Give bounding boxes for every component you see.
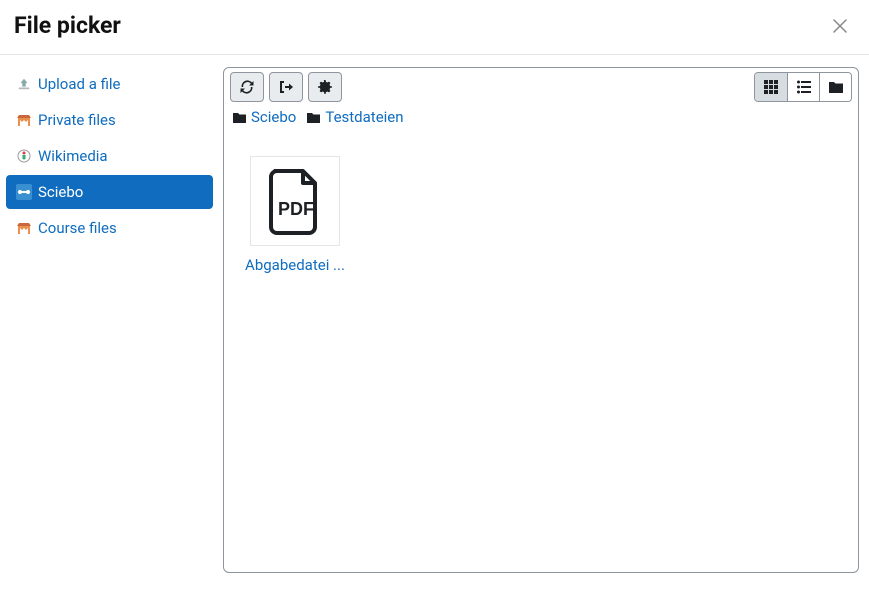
- logout-icon: [278, 79, 294, 95]
- gear-icon: [317, 79, 333, 95]
- repo-label: Upload a file: [38, 75, 121, 93]
- repo-label: Sciebo: [38, 183, 83, 201]
- repo-course-files[interactable]: Course files: [6, 211, 213, 245]
- refresh-button[interactable]: [230, 72, 264, 102]
- svg-text:PDF: PDF: [278, 199, 314, 219]
- settings-button[interactable]: [308, 72, 342, 102]
- refresh-icon: [239, 79, 255, 95]
- repo-label: Wikimedia: [38, 147, 108, 165]
- list-icon: [796, 79, 812, 95]
- breadcrumb-label: Sciebo: [251, 108, 296, 126]
- moodle-icon: [16, 220, 32, 236]
- file-grid: PDF Abgabedatei ...: [224, 126, 858, 274]
- sciebo-icon: [16, 184, 32, 200]
- view-mode-group: [754, 72, 852, 102]
- view-details-button[interactable]: [787, 73, 819, 101]
- dialog-title: File picker: [14, 12, 121, 39]
- view-tree-button[interactable]: [819, 73, 851, 101]
- logout-button[interactable]: [269, 72, 303, 102]
- breadcrumb-label: Testdateien: [325, 108, 403, 126]
- folder-icon: [232, 111, 247, 124]
- toolbar: Sciebo Testdateien: [224, 68, 858, 126]
- upload-icon: [16, 76, 32, 92]
- folder-icon: [306, 111, 321, 124]
- wikimedia-icon: [16, 148, 32, 164]
- moodle-icon: [16, 112, 32, 128]
- repo-wikimedia[interactable]: Wikimedia: [6, 139, 213, 173]
- repo-sciebo[interactable]: Sciebo: [6, 175, 213, 209]
- view-icons-button[interactable]: [755, 73, 787, 101]
- folder-icon: [828, 80, 844, 94]
- dialog-body: Upload a file Private files Wikimedia Sc…: [0, 55, 869, 581]
- file-thumbnail: PDF: [250, 156, 340, 246]
- file-name: Abgabedatei ...: [240, 256, 350, 274]
- file-item[interactable]: PDF Abgabedatei ...: [240, 156, 350, 274]
- breadcrumb: Sciebo Testdateien: [230, 102, 414, 126]
- repository-list: Upload a file Private files Wikimedia Sc…: [6, 63, 213, 581]
- grid-icon: [763, 79, 779, 95]
- breadcrumb-item[interactable]: Sciebo: [232, 108, 296, 126]
- breadcrumb-item[interactable]: Testdateien: [306, 108, 403, 126]
- file-picker-dialog: File picker Upload a file Private files: [0, 0, 869, 581]
- pdf-icon: PDF: [267, 167, 323, 235]
- close-icon: [833, 19, 847, 33]
- repo-label: Private files: [38, 111, 116, 129]
- repo-private-files[interactable]: Private files: [6, 103, 213, 137]
- repo-upload-a-file[interactable]: Upload a file: [6, 67, 213, 101]
- content-panel: Sciebo Testdateien: [223, 67, 859, 573]
- dialog-header: File picker: [0, 0, 869, 55]
- close-button[interactable]: [829, 15, 851, 37]
- repo-label: Course files: [38, 219, 117, 237]
